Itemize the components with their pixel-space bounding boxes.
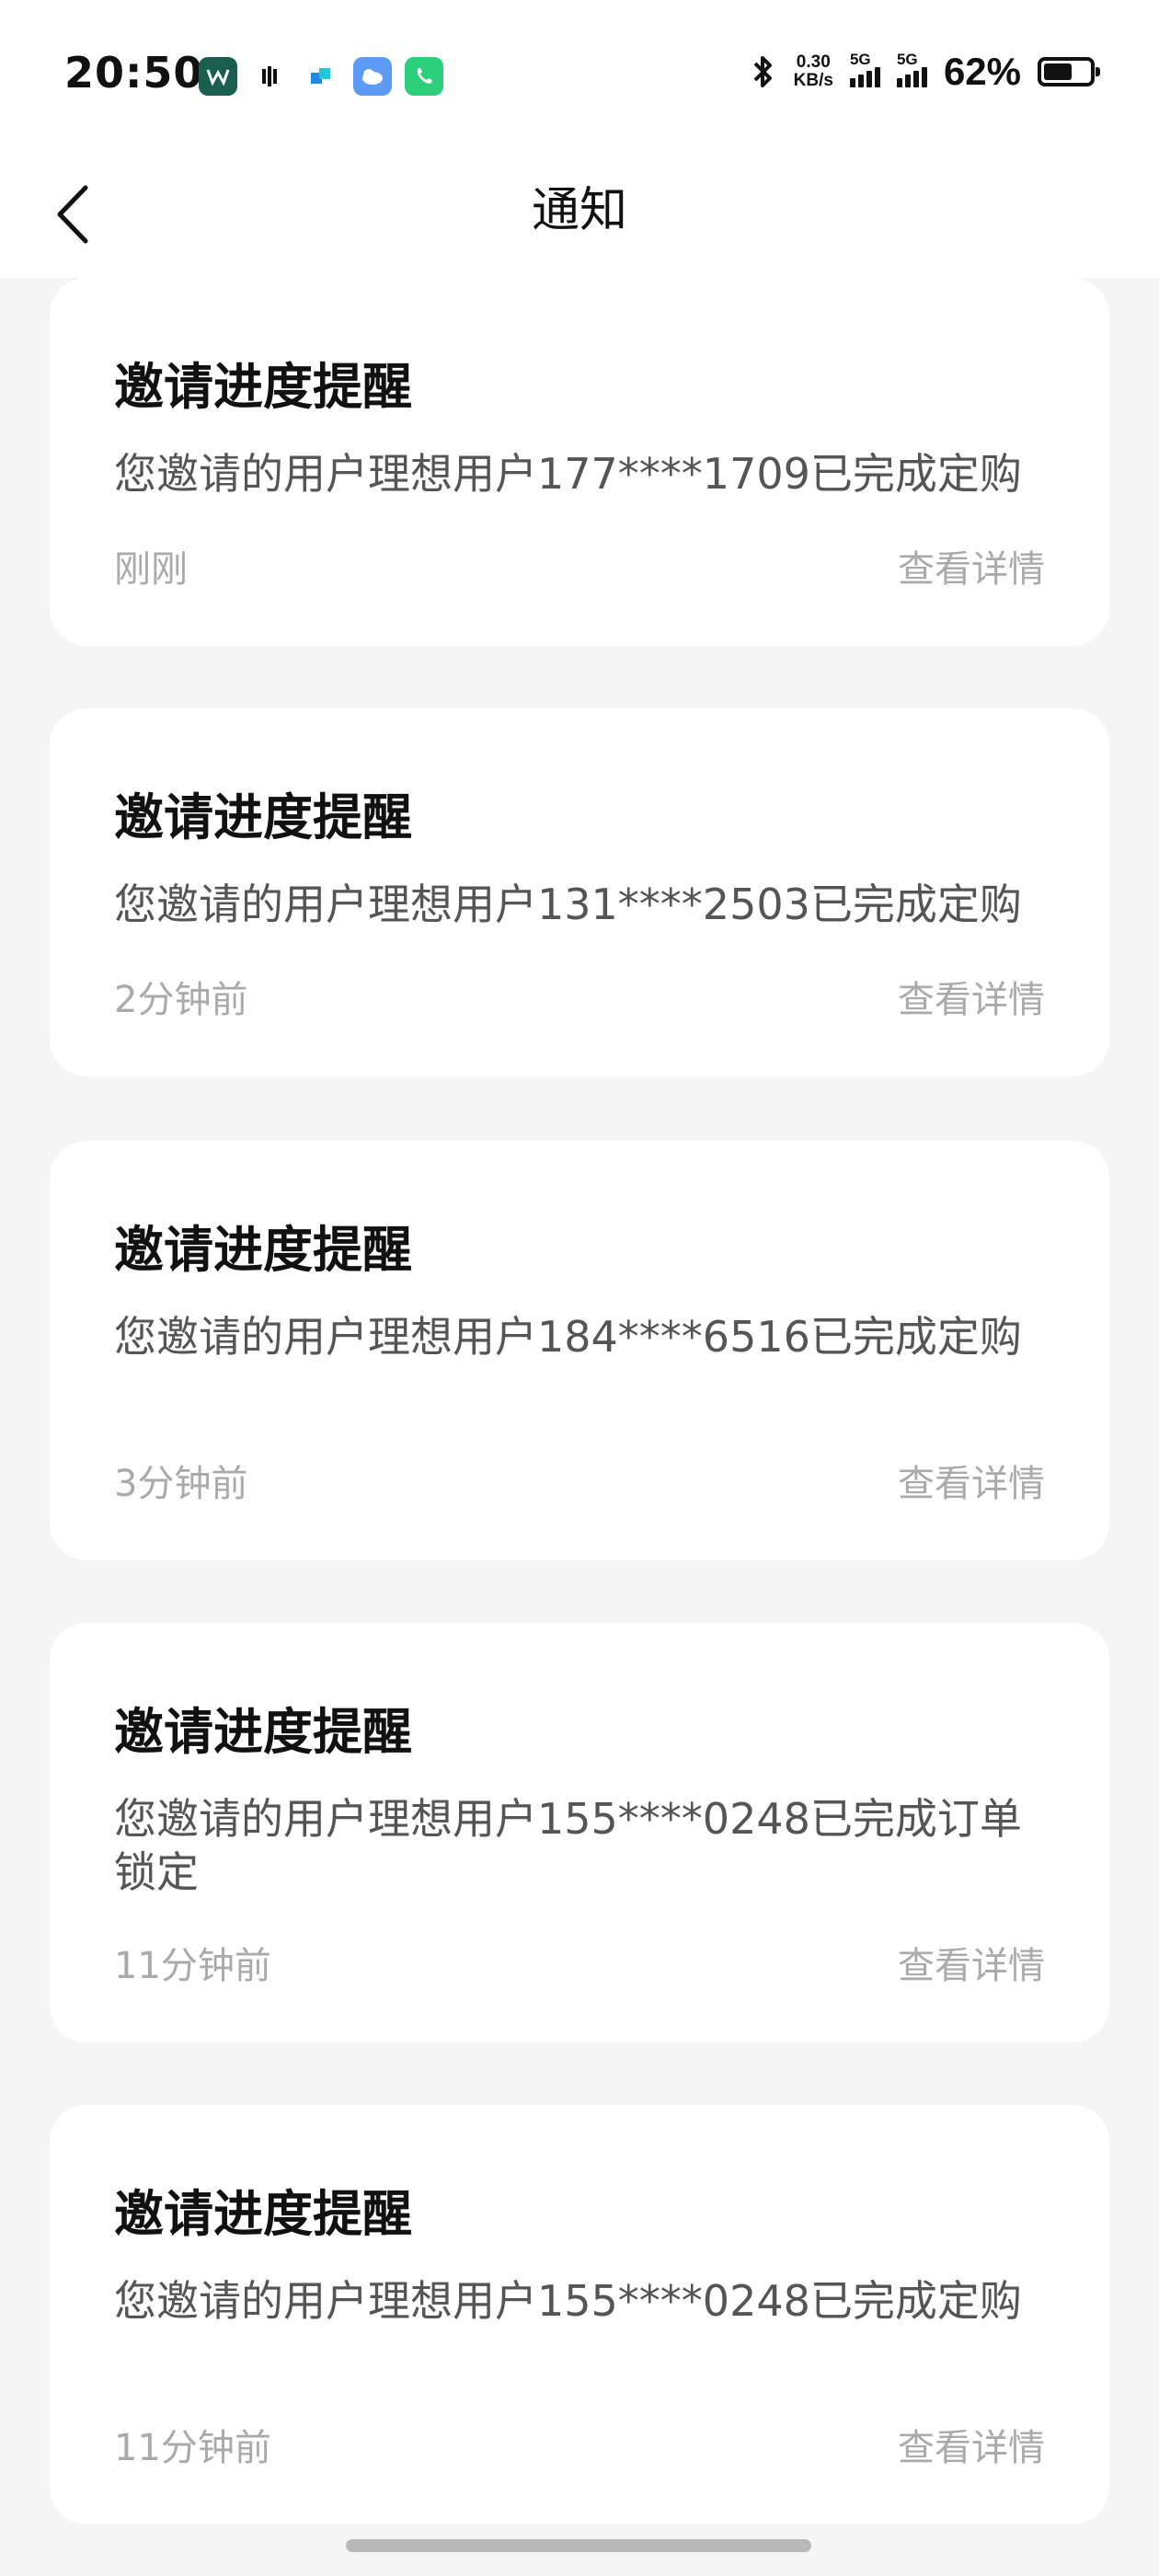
notification-body: 您邀请的用户理想用户131****2503已完成定购 [114,880,1022,929]
notification-body: 您邀请的用户理想用户177****1709已完成定购 [114,449,1022,499]
status-bar: 20:50 0.30 KB/s 5G 5G 62% [0,0,1159,147]
notification-title: 邀请进度提醒 [114,1703,412,1761]
signal-5g-icon-2: 5G [896,51,927,87]
view-details-link[interactable]: 查看详情 [898,970,1045,1023]
battery-icon [1038,57,1100,86]
view-details-link[interactable]: 查看详情 [898,1936,1045,1989]
notification-card[interactable]: 邀请进度提醒 您邀请的用户理想用户155****0248已完成订单锁定 11分钟… [50,1623,1109,2042]
weather-app-icon [353,57,392,96]
status-indicators: 0.30 KB/s 5G 5G 62% [750,50,1100,94]
home-indicator[interactable] [346,2539,811,2552]
translate-app-icon [302,57,340,96]
lixiang-app-icon [250,57,289,96]
notification-app-icons [199,57,443,96]
view-details-link[interactable]: 查看详情 [898,539,1045,592]
wps-app-icon [199,57,237,96]
network-speed: 0.30 KB/s [793,52,833,90]
notification-body: 您邀请的用户理想用户155****0248已完成定购 [114,2276,1022,2326]
view-details-link[interactable]: 查看详情 [898,2418,1045,2471]
battery-percent: 62% [943,50,1021,93]
status-time: 20:50 [64,48,204,98]
notification-time: 刚刚 [114,548,188,591]
notification-title: 邀请进度提醒 [114,1221,412,1279]
notification-title: 邀请进度提醒 [114,2185,412,2243]
notification-card[interactable]: 邀请进度提醒 您邀请的用户理想用户131****2503已完成定购 2分钟前 查… [50,708,1109,1076]
notification-card[interactable]: 邀请进度提醒 您邀请的用户理想用户184****6516已完成定购 3分钟前 查… [50,1141,1109,1560]
page-title: 通知 [531,183,627,238]
notification-title: 邀请进度提醒 [114,358,412,416]
notification-body: 您邀请的用户理想用户155****0248已完成订单锁定 [114,1794,1022,1897]
notification-time: 3分钟前 [114,1463,248,1505]
view-details-link[interactable]: 查看详情 [898,1454,1045,1507]
notification-title: 邀请进度提醒 [114,788,412,846]
signal-5g-icon-1: 5G [849,51,880,87]
notification-card[interactable]: 邀请进度提醒 您邀请的用户理想用户177****1709已完成定购 刚刚 查看详… [50,278,1109,646]
page-header: 通知 [0,147,1159,278]
phone-app-icon [405,57,443,96]
notification-time: 11分钟前 [114,2427,271,2469]
notification-card[interactable]: 邀请进度提醒 您邀请的用户理想用户155****0248已完成定购 11分钟前 … [50,2105,1109,2524]
notification-body: 您邀请的用户理想用户184****6516已完成定购 [114,1312,1022,1362]
bluetooth-icon [753,56,772,87]
notification-time: 11分钟前 [114,1945,271,1987]
notification-time: 2分钟前 [114,979,248,1021]
